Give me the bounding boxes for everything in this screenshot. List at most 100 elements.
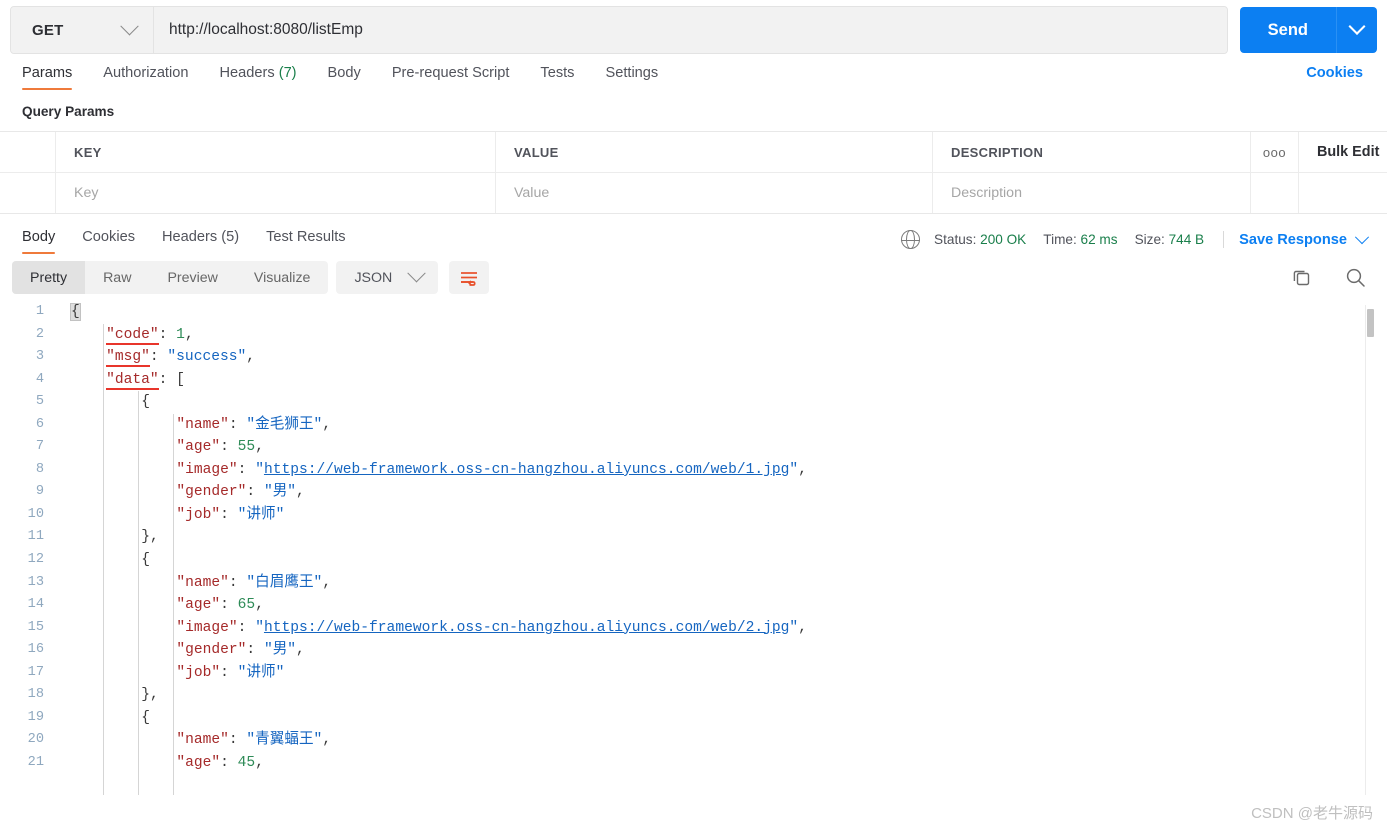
code-text: }, [57,684,159,707]
tab-label: Tests [540,65,575,81]
params-more-options-button[interactable]: ooo [1251,132,1299,172]
copy-icon [1293,270,1310,286]
tab-label: Headers [219,65,275,81]
response-tab-headers[interactable]: Headers (5) [162,229,239,254]
cookies-link[interactable]: Cookies [1306,65,1363,81]
divider [1223,231,1225,248]
code-token: : [158,326,177,343]
code-line: 1{ [0,301,1387,324]
param-description-input[interactable]: Description [933,173,1251,213]
line-number: 18 [27,687,44,703]
save-response-button[interactable]: Save Response [1239,229,1370,248]
code-text: "age": 55, [57,436,264,459]
code-token: "age" [176,439,221,456]
code-line: 19 { [0,707,1387,730]
code-text: "gender": "男", [57,639,305,662]
line-number: 17 [27,664,44,680]
indent-guide [103,323,105,795]
code-text: "job": "讲师" [57,662,284,685]
view-mode-raw[interactable]: Raw [85,261,149,294]
bulk-edit-button[interactable]: Bulk Edit [1299,132,1387,172]
search-icon [1346,268,1365,287]
line-number: 3 [35,349,44,365]
view-mode-visualize[interactable]: Visualize [236,261,329,294]
table-row: Key Value Description [0,173,1387,213]
response-meta: Status: 200 OK Time: 62 ms Size: 744 B S… [900,229,1370,250]
wrap-lines-button[interactable] [449,261,490,294]
code-line: 18}, [0,684,1387,707]
row-spacer-cell-2 [1299,173,1387,213]
time-value: 62 ms [1080,232,1118,247]
row-checkbox-cell[interactable] [0,173,56,213]
tab-label: Settings [605,65,659,81]
view-mode-preview[interactable]: Preview [149,261,235,294]
copy-button[interactable] [1291,267,1312,288]
code-token: , [296,642,305,659]
send-button[interactable]: Send [1239,7,1336,53]
code-token: "白眉鹰王" [246,574,323,591]
tab-headers[interactable]: Headers (7) [219,65,296,90]
send-button-group: Send [1239,7,1377,53]
tab-body[interactable]: Body [328,65,361,90]
code-text: "age": 45, [57,752,264,775]
view-mode-pretty[interactable]: Pretty [12,261,86,294]
code-token[interactable]: https://web-framework.oss-cn-hangzhou.al… [264,462,789,478]
code-token[interactable]: https://web-framework.oss-cn-hangzhou.al… [264,620,789,636]
code-token: 1 [176,326,185,343]
tab-params[interactable]: Params [22,65,73,90]
tab-label: Authorization [103,65,189,81]
column-header-key: KEY [56,132,496,172]
tab-tests[interactable]: Tests [540,65,574,90]
time-label: Time: [1043,232,1077,247]
code-token: , [255,597,264,614]
code-token: : [228,416,247,433]
tab-settings[interactable]: Settings [605,65,658,90]
status-badge: Status: 200 OK [934,232,1026,247]
search-button[interactable] [1344,266,1367,289]
url-input[interactable]: http://localhost:8080/listEmp [154,7,1227,53]
code-token: "name" [176,574,229,591]
tab-pre-request-script[interactable]: Pre-request Script [392,65,510,90]
param-description-placeholder: Description [951,185,1022,201]
code-scrollbar[interactable] [1365,305,1374,795]
column-header-description: DESCRIPTION [933,132,1251,172]
response-body-code[interactable]: 1{2 "code": 1, 3 "msg": "success", 4 "data": … [0,301,1387,795]
globe-icon [900,229,921,250]
tab-authorization[interactable]: Authorization [103,65,188,90]
tab-count: (7) [278,65,297,81]
line-number: 13 [27,574,44,590]
response-tab-cookies[interactable]: Cookies [82,229,135,254]
code-token: , [798,461,807,478]
http-method-select[interactable]: GET [11,7,154,53]
code-text: "data": [ [57,369,185,392]
code-token: "image" [176,461,238,478]
response-format-select[interactable]: JSON [336,261,439,294]
code-line: 14 "age": 65, [0,594,1387,617]
code-token: , [296,484,305,501]
code-text: { [57,301,81,324]
tab-label: Body [22,229,56,245]
response-tab-test-results[interactable]: Test Results [266,229,345,254]
code-line: 7 "age": 55, [0,436,1387,459]
chevron-down-icon [1348,17,1366,35]
response-tab-body[interactable]: Body [22,229,56,254]
column-header-value: VALUE [496,132,933,172]
code-lines-container: 1{2 "code": 1, 3 "msg": "success", 4 "data": … [0,301,1387,774]
format-label: JSON [354,269,393,286]
send-options-button[interactable] [1336,7,1377,53]
param-value-input[interactable]: Value [496,173,933,213]
code-text: "image": "https://web-framework.oss-cn-h… [57,459,807,482]
line-number: 5 [35,394,44,410]
code-token: "gender" [176,642,247,659]
http-method-label: GET [32,21,64,39]
line-number: 19 [27,709,44,725]
code-line: 16 "gender": "男", [0,639,1387,662]
tab-label: Cookies [82,229,135,245]
indent-guide [138,391,140,795]
code-token: "青翼蝠王" [246,732,323,749]
chevron-down-icon [407,264,426,283]
code-text: "image": "https://web-framework.oss-cn-h… [57,617,807,640]
code-token: , [255,439,264,456]
param-key-input[interactable]: Key [56,173,496,213]
code-scrollbar-thumb[interactable] [1367,309,1374,337]
